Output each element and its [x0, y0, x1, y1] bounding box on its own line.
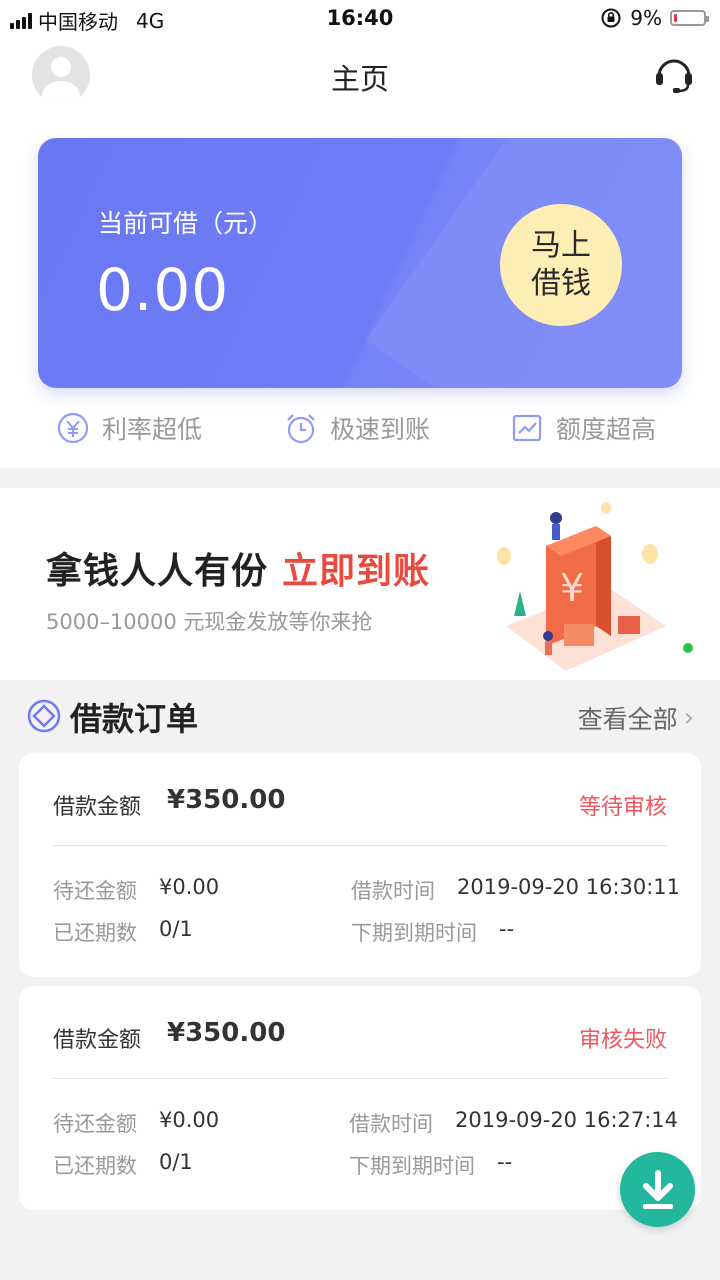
borrow-time-label: 借款时间 [349, 1112, 433, 1136]
borrow-now-line1: 马上 [531, 228, 591, 263]
order-status: 审核失败 [578, 1028, 667, 1053]
status-right: 9% [600, 6, 709, 30]
orders-title: 借款订单 [70, 700, 199, 738]
download-button[interactable] [620, 1152, 695, 1227]
divider [53, 1078, 667, 1079]
feature-label: 极速到账 [330, 415, 431, 444]
remaining-label: 待还金额 [53, 879, 137, 903]
feature-low-rate: 利率超低 [56, 410, 202, 446]
borrow-time-value: 2019-09-20 16:30:11 [457, 875, 681, 899]
money-illustration-icon: ¥ [497, 502, 666, 671]
next-due-label: 下期到期时间 [349, 1154, 475, 1178]
remaining-label: 待还金额 [53, 1112, 137, 1136]
nav-bar: 主页 [0, 36, 720, 116]
paid-periods-label: 已还期数 [53, 921, 137, 945]
order-status: 等待审核 [578, 795, 667, 820]
banner-subtitle: 5000–10000 元现金发放等你来抢 [46, 610, 373, 634]
credit-card-panel: 当前可借（元） 0.00 马上 借钱 [38, 138, 682, 388]
borrow-now-line2: 借钱 [531, 266, 591, 301]
paid-periods-value: 0/1 [159, 917, 193, 941]
diamond-badge-icon [27, 699, 61, 733]
borrow-time-value: 2019-09-20 16:27:14 [455, 1108, 679, 1132]
remaining-value: ¥0.00 [159, 1108, 220, 1132]
amount-label: 借款金额 [53, 1028, 142, 1053]
feature-label: 利率超低 [102, 415, 203, 444]
feature-label: 额度超高 [556, 415, 657, 444]
orientation-lock-icon [601, 8, 621, 28]
borrow-now-button[interactable]: 马上 借钱 [500, 204, 622, 326]
view-all-label: 查看全部 [577, 705, 678, 734]
page-title: 主页 [330, 62, 389, 96]
banner-title: 拿钱人人有份 立即到账 [46, 542, 430, 594]
orders-header: 借款订单 查看全部 › [0, 680, 720, 752]
battery-icon [670, 10, 709, 26]
paid-periods-value: 0/1 [159, 1150, 193, 1174]
available-credit-label: 当前可借（元） [98, 209, 274, 238]
next-due-label: 下期到期时间 [351, 921, 477, 945]
remaining-value: ¥0.00 [159, 875, 220, 899]
banner-title-accent: 立即到账 [282, 551, 431, 592]
status-bar: 中国移动 4G 16:40 9% [0, 0, 720, 36]
svg-text:¥: ¥ [560, 566, 584, 610]
divider [53, 845, 667, 846]
feature-row: 利率超低 极速到账 额度超高 [0, 410, 720, 458]
paid-periods-label: 已还期数 [53, 1154, 137, 1178]
feature-high-limit: 额度超高 [510, 410, 656, 446]
battery-percent: 9% [630, 6, 662, 30]
borrow-time-label: 借款时间 [351, 879, 435, 903]
feature-fast-arrival: 极速到账 [284, 410, 430, 446]
banner-title-main: 拿钱人人有份 [46, 551, 269, 592]
amount-value: ¥350.00 [167, 1018, 286, 1048]
next-due-value: -- [499, 917, 515, 941]
view-all-link[interactable]: 查看全部 › [578, 700, 694, 736]
headset-icon[interactable] [652, 52, 696, 96]
download-arrow-icon [642, 1169, 673, 1209]
available-credit-amount: 0.00 [96, 256, 230, 324]
chevron-right-icon: › [683, 703, 694, 733]
alarm-clock-icon [287, 414, 315, 444]
amount-label: 借款金额 [53, 795, 142, 820]
trend-chart-icon [512, 414, 542, 442]
yen-circle-icon [57, 412, 89, 444]
next-due-value: -- [497, 1150, 513, 1174]
amount-value: ¥350.00 [167, 785, 286, 815]
order-card[interactable]: 借款金额 ¥350.00 等待审核 待还金额 ¥0.00 借款时间 2019-0… [19, 753, 701, 977]
promo-banner[interactable]: 拿钱人人有份 立即到账 5000–10000 元现金发放等你来抢 ¥ [0, 488, 720, 680]
carousel-indicator [683, 643, 693, 653]
order-card[interactable]: 借款金额 ¥350.00 审核失败 待还金额 ¥0.00 借款时间 2019-0… [19, 986, 701, 1210]
